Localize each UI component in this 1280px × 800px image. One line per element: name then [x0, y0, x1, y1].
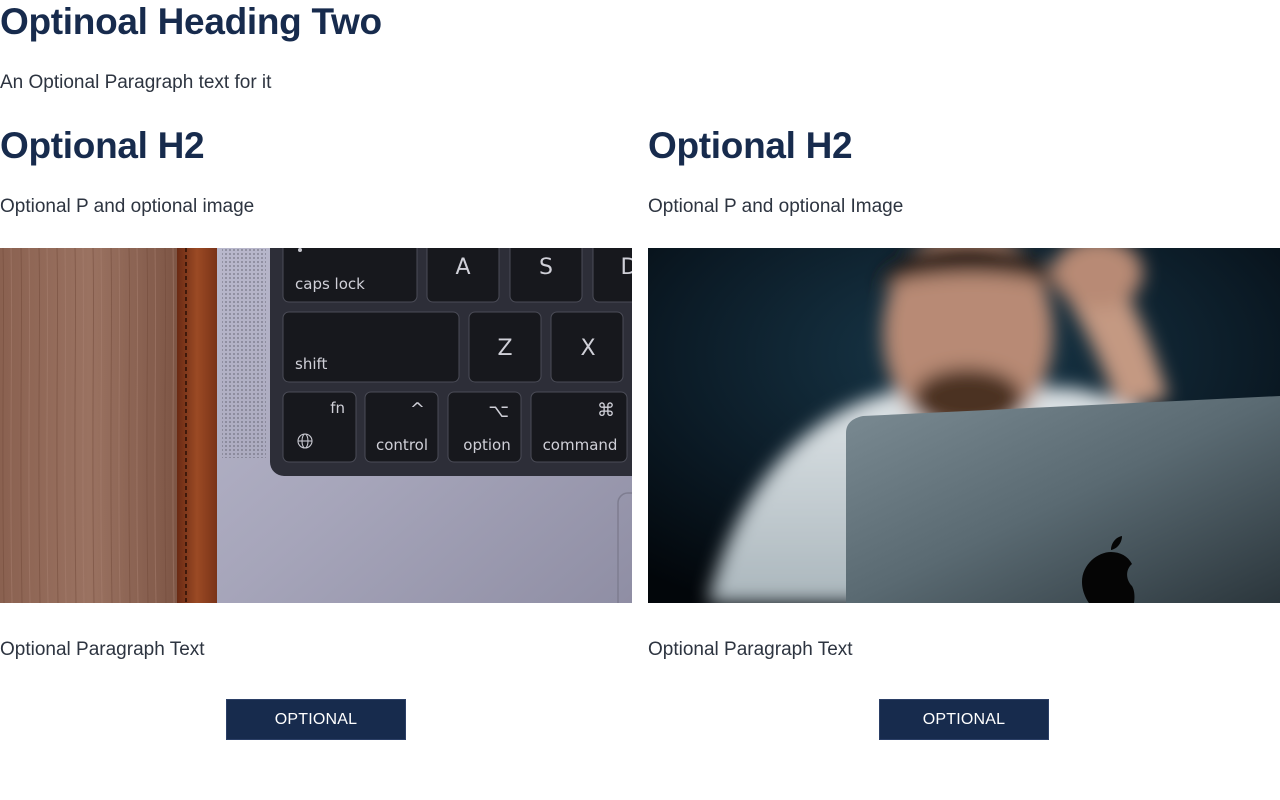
page: Optinoal Heading Two An Optional Paragra…	[0, 0, 1280, 800]
key-s: S	[539, 255, 553, 280]
intro-paragraph: An Optional Paragraph text for it	[0, 72, 272, 93]
key-a: A	[455, 255, 470, 280]
man-laptop-image	[648, 248, 1280, 603]
key-option-symbol: ⌥	[488, 401, 509, 422]
page-title: Optinoal Heading Two	[0, 1, 382, 42]
key-command: command	[543, 436, 618, 454]
column-body: Optional Paragraph Text	[0, 639, 205, 660]
key-fn: fn	[330, 399, 345, 417]
keyboard-image: caps lock A S D shift Z X fn ^ control ⌥…	[0, 248, 632, 603]
key-shift: shift	[295, 355, 328, 373]
column-right: Optional H2 Optional P and optional Imag…	[648, 124, 1280, 767]
key-caps-lock: caps lock	[295, 275, 365, 293]
key-control-symbol: ^	[410, 399, 425, 420]
key-z: Z	[497, 336, 512, 361]
key-control: control	[376, 436, 428, 454]
column-heading: Optional H2	[648, 125, 853, 166]
key-x: X	[580, 336, 595, 361]
key-option: option	[463, 436, 510, 454]
key-d: D	[621, 255, 632, 280]
column-body: Optional Paragraph Text	[648, 639, 853, 660]
column-left: Optional H2 Optional P and optional imag…	[0, 124, 632, 767]
column-subtext: Optional P and optional Image	[648, 196, 904, 217]
optional-button-right[interactable]: OPTIONAL BUTON	[879, 699, 1049, 767]
key-command-symbol: ⌘	[597, 400, 615, 421]
column-subtext: Optional P and optional image	[0, 196, 255, 217]
column-heading: Optional H2	[0, 125, 205, 166]
optional-button-left[interactable]: OPTIONAL BUTTON	[226, 699, 406, 767]
